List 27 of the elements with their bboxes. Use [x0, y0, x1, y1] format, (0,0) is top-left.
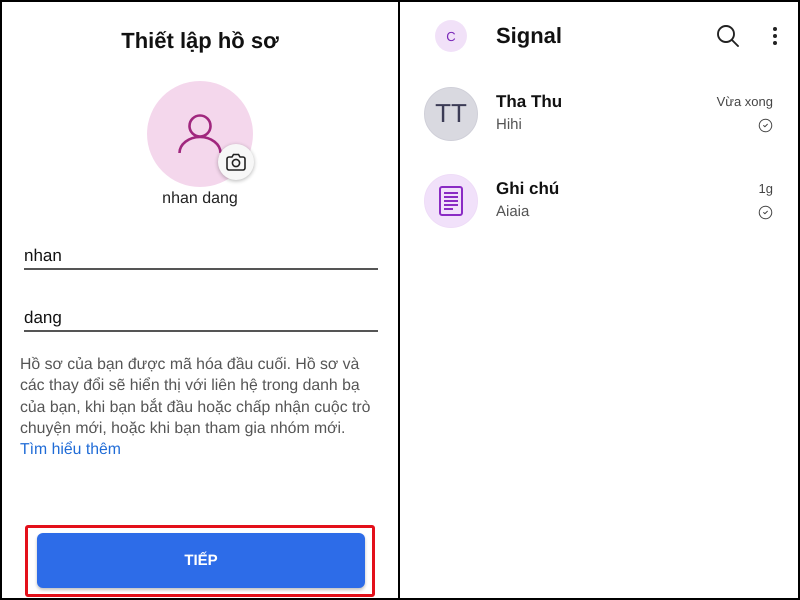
- message-time: Vừa xong: [716, 94, 773, 110]
- privacy-notice: Hồ sơ của bạn được mã hóa đầu cuối. Hồ sơ và các thay đổi sẽ hiển thị với liên hệ trong danh bạ của bạn, khi bạn bắt đầu hoặc chấp nhận cuộc trò chuyện mới, hoặc khi bạn tham gia nhóm mới. Tìm hiểu thêm: [20, 355, 372, 460]
- check-circle-icon: [758, 205, 773, 220]
- person-icon: [178, 114, 222, 154]
- app-title: Signal: [496, 23, 564, 49]
- search-icon: [717, 25, 739, 47]
- note-icon: [439, 186, 463, 216]
- more-options-button[interactable]: [773, 27, 777, 45]
- account-avatar[interactable]: C: [435, 20, 467, 52]
- next-button[interactable]: TIẾP: [37, 533, 365, 588]
- message-preview: Aiaia: [496, 202, 530, 222]
- name-input-field[interactable]: dang: [24, 295, 378, 332]
- name-input-field[interactable]: nhan: [24, 233, 378, 270]
- camera-icon: [226, 153, 246, 171]
- search-button[interactable]: [717, 25, 739, 47]
- message-time: 1g: [758, 181, 773, 197]
- screen-title: Thiết lập hồ sơ: [121, 28, 279, 54]
- contact-name: Ghi chú: [496, 179, 560, 199]
- message-preview: Hihi: [496, 115, 523, 135]
- conversation-item[interactable]: TT Tha Thu Hihi Vừa xong: [400, 70, 798, 157]
- learn-more-link[interactable]: Tìm hiểu thêm: [20, 441, 121, 458]
- contact-name: Tha Thu: [496, 92, 564, 112]
- check-circle-icon: [758, 118, 773, 133]
- more-options-icon: [773, 27, 777, 45]
- conversation-item[interactable]: Ghi chú Aiaia 1g: [400, 157, 798, 244]
- avatar-initials: TT: [435, 98, 467, 129]
- display-name: nhan dang: [162, 189, 238, 209]
